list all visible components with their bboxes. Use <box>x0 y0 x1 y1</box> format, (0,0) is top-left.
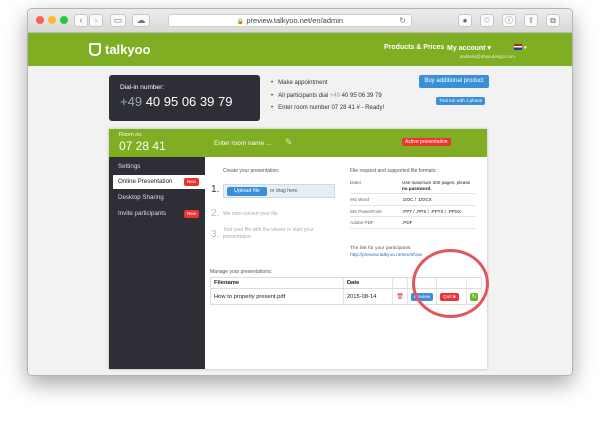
new-badge: New <box>183 210 199 218</box>
language-chevron-down-icon[interactable]: ▾ <box>524 45 527 51</box>
language-flag-icon[interactable] <box>514 44 522 50</box>
back-icon[interactable]: ‹ <box>74 14 88 27</box>
sidebar-item-label: Online Presentation <box>118 178 173 185</box>
info-icon[interactable]: ⓘ <box>502 14 516 27</box>
dialin-digits: 40 95 06 39 79 <box>145 94 233 109</box>
instruction-item: All participants dial +49 40 95 06 39 79 <box>271 90 384 103</box>
dialin-label: Dial-in number: <box>120 84 165 91</box>
upload-file-button[interactable]: Upload file <box>227 187 267 196</box>
sidebar: Settings Online Presentation New Desktop … <box>109 157 205 369</box>
step-number: 3. <box>211 229 220 240</box>
url-text: preview.talkyoo.net/en/admin <box>246 16 344 25</box>
browser-toolbar: ‹ › ▭ ☁ 🔒 preview.talkyoo.net/en/admin ↻ ●… <box>28 9 572 33</box>
instruction-text: All participants dial <box>278 92 329 99</box>
formats-row: MS Word .DOC / .DOCX <box>350 194 476 206</box>
participant-link-title: The link for your participants: <box>350 246 412 251</box>
format-key: MS Word <box>350 197 370 202</box>
minimize-window-icon[interactable] <box>48 16 56 24</box>
pocket-icon[interactable]: ♡ <box>480 14 494 27</box>
annotation-circle <box>412 249 489 318</box>
step-number: 1. <box>211 184 220 195</box>
instruction-number: 40 95 06 39 79 <box>341 92 382 99</box>
sidebar-item-settings[interactable]: Settings <box>109 160 205 174</box>
status-badge: Active presentation <box>402 138 451 146</box>
forward-icon[interactable]: › <box>89 14 103 27</box>
instruction-prefix: +49 <box>329 92 340 99</box>
share-icon[interactable]: ⇪ <box>524 14 538 27</box>
sidebar-item-desktop-sharing[interactable]: Desktop Sharing <box>109 191 205 205</box>
format-value: .PPT / .PPS / .PPTX / .PPSX <box>402 208 461 214</box>
extension-icon[interactable]: ● <box>458 14 472 27</box>
nav-products-link[interactable]: Products & Prices <box>384 44 444 51</box>
instructions-list: Make appointment All participants dial +… <box>271 77 384 115</box>
instruction-text: Make appointment <box>278 80 328 86</box>
participant-link[interactable]: http://preview.talkyoo.net/en/show <box>350 253 422 258</box>
trash-icon[interactable]: 🗑 <box>396 294 404 300</box>
sidebar-item-online-presentation[interactable]: Online Presentation New <box>113 175 205 189</box>
dialin-number: +49 40 95 06 39 79 <box>120 94 232 109</box>
formats-row: Adobe PDF .PDF <box>350 217 476 229</box>
sidebar-item-invite-participants[interactable]: Invite participants New <box>109 207 205 221</box>
format-value-bold: no password. <box>402 185 432 191</box>
create-title: Create your presentation: <box>223 168 280 174</box>
delete-cell: 🗑 <box>392 288 408 305</box>
formats-row: Datei Use maximum 200 pages, please no pa… <box>350 177 476 194</box>
format-key: Datei <box>350 180 361 185</box>
step-number: 2. <box>211 208 220 219</box>
new-badge: New <box>183 178 199 186</box>
filename-cell: How to properly present.pdf <box>210 288 344 305</box>
room-label: Room no. <box>119 132 143 138</box>
trial-run-button[interactable]: Trial run with 1 phone <box>436 97 486 105</box>
instruction-item: Make appointment <box>271 77 384 90</box>
format-value-text: Use maximum 200 pages, please <box>402 180 471 185</box>
browser-window: ‹ › ▭ ☁ 🔒 preview.talkyoo.net/en/admin ↻ ●… <box>27 8 573 376</box>
site-header: talkyoo Products & Prices My account ▾ a… <box>28 33 572 66</box>
close-window-icon[interactable] <box>36 16 44 24</box>
step-text: Test your file with the viewer or start … <box>223 227 314 240</box>
step-text: We now convert your file. <box>223 211 280 217</box>
format-value: Use maximum 200 pages, please no passwor… <box>402 180 476 191</box>
dialin-prefix: +49 <box>120 94 143 109</box>
date-cell: 2015-08-14 <box>343 288 394 305</box>
sidebar-item-label: Desktop Sharing <box>118 194 164 201</box>
nav-account-menu[interactable]: My account ▾ <box>447 44 491 52</box>
format-value: .PDF <box>402 220 413 225</box>
column-header-filename[interactable]: Filename <box>210 277 344 289</box>
maximize-window-icon[interactable] <box>60 16 68 24</box>
sidebar-toggle-icon[interactable]: ▭ <box>110 14 126 27</box>
reload-icon[interactable]: ↻ <box>399 15 406 27</box>
main-content: Dial-in number: +49 40 95 06 39 79 Make … <box>28 66 572 375</box>
sidebar-item-label: Invite participants <box>118 210 167 217</box>
room-number: 07 28 41 <box>119 139 166 153</box>
room-panel: Room no. 07 28 41 Enter room name ... ✎ … <box>109 129 487 369</box>
column-header-blank <box>392 277 408 289</box>
logo-icon <box>89 43 101 56</box>
formats-table: Datei Use maximum 200 pages, please no pa… <box>350 177 476 229</box>
instruction-text: Enter room number 07 28 41 # - Ready! <box>278 105 385 111</box>
formats-title: File request and supported file formats: <box>350 168 437 174</box>
cloud-icon[interactable]: ☁ <box>132 14 150 27</box>
brand-logo[interactable]: talkyoo <box>89 42 151 57</box>
dialin-card: Dial-in number: +49 40 95 06 39 79 <box>109 75 260 121</box>
room-header: Room no. 07 28 41 Enter room name ... ✎ … <box>109 129 487 157</box>
lock-icon: 🔒 <box>236 19 245 25</box>
format-key: MS PowerPoint <box>350 208 382 214</box>
column-header-date[interactable]: Date <box>343 277 394 289</box>
buy-product-button[interactable]: Buy additional product <box>419 75 489 88</box>
tabs-icon[interactable]: ⧉ <box>546 14 560 27</box>
drag-hint: or drag here. <box>270 188 299 194</box>
format-value: .DOC / .DOCX <box>402 197 432 202</box>
room-name-input[interactable]: Enter room name ... <box>214 140 271 147</box>
formats-row: MS PowerPoint .PPT / .PPS / .PPTX / .PPSX <box>350 206 476 217</box>
address-bar[interactable]: 🔒 preview.talkyoo.net/en/admin ↻ <box>168 14 412 27</box>
pencil-icon[interactable]: ✎ <box>285 137 293 148</box>
logo-text: talkyoo <box>105 42 151 57</box>
upload-dropzone[interactable]: Upload file or drag here. <box>223 184 335 198</box>
sidebar-item-label: Settings <box>118 163 141 170</box>
instruction-item: Enter room number 07 28 41 # - Ready! <box>271 102 384 115</box>
account-email: andreas@shea.design.com <box>460 54 515 59</box>
manage-title: Manage your presentations: <box>210 269 272 275</box>
format-key: Adobe PDF <box>350 220 374 225</box>
